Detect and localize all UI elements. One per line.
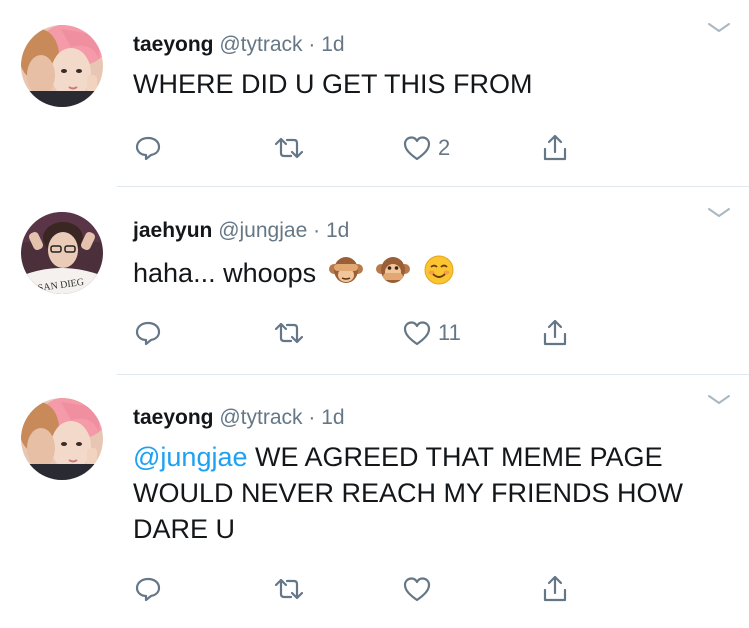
user-handle[interactable]: @tytrack [219, 33, 302, 56]
reply-icon [135, 321, 161, 346]
like-count: 11 [438, 320, 461, 345]
tweet-text: @jungjae WE AGREED THAT MEME PAGE WOULD … [133, 439, 713, 547]
tweet-header: jaehyun @jungjae · 1d [133, 219, 349, 243]
like-icon [403, 321, 431, 346]
tweet-header: taeyong @tytrack · 1d [133, 33, 345, 57]
avatar[interactable] [21, 398, 103, 480]
reply-button[interactable] [134, 569, 162, 609]
divider [117, 186, 749, 187]
share-icon [543, 134, 567, 161]
see-no-evil-monkey-icon [328, 254, 364, 295]
retweet-icon [274, 578, 304, 600]
like-button[interactable]: 2 [402, 128, 450, 168]
retweet-button[interactable] [273, 128, 305, 168]
like-button[interactable]: 11 [402, 313, 461, 353]
speak-no-evil-monkey-icon [375, 254, 411, 295]
chevron-down-icon[interactable] [706, 20, 732, 36]
display-name[interactable]: jaehyun [133, 219, 212, 242]
tweet-actions: 11 [0, 313, 749, 353]
tweet-text: WHERE DID U GET THIS FROM [133, 66, 733, 102]
timestamp[interactable]: 1d [321, 33, 344, 56]
user-handle[interactable]: @tytrack [219, 406, 302, 429]
separator-dot: · [308, 406, 316, 429]
reply-button[interactable] [134, 313, 162, 353]
divider [117, 374, 749, 375]
share-button[interactable] [540, 313, 570, 353]
reply-icon [135, 577, 161, 602]
display-name[interactable]: taeyong [133, 406, 214, 429]
separator-dot: · [313, 219, 321, 242]
retweet-button[interactable] [273, 313, 305, 353]
share-button[interactable] [540, 569, 570, 609]
share-button[interactable] [540, 128, 570, 168]
avatar[interactable]: SAN DIEG [21, 212, 103, 294]
tweet-text-content: WHERE DID U GET THIS FROM [133, 69, 533, 99]
tweet-text: haha... whoops [133, 254, 733, 295]
tweet-actions [0, 569, 749, 609]
retweet-button[interactable] [273, 569, 305, 609]
chevron-down-icon[interactable] [706, 392, 732, 408]
user-handle[interactable]: @jungjae [218, 219, 307, 242]
avatar[interactable] [21, 25, 103, 107]
chevron-down-icon[interactable] [706, 205, 732, 221]
separator-dot: · [308, 33, 316, 56]
display-name[interactable]: taeyong [133, 33, 214, 56]
like-icon [403, 577, 431, 602]
mention-link[interactable]: @jungjae [133, 442, 248, 472]
tweet-text-content: haha... whoops [133, 258, 317, 288]
like-button[interactable] [402, 569, 438, 609]
reply-button[interactable] [134, 128, 162, 168]
retweet-icon [274, 322, 304, 344]
reply-icon [135, 136, 161, 161]
like-icon [403, 136, 431, 161]
like-count: 2 [438, 135, 451, 160]
timestamp[interactable]: 1d [321, 406, 344, 429]
share-icon [543, 319, 567, 346]
retweet-icon [274, 137, 304, 159]
smiling-face-icon [423, 254, 455, 295]
tweet-header: taeyong @tytrack · 1d [133, 406, 345, 430]
timestamp[interactable]: 1d [326, 219, 349, 242]
share-icon [543, 575, 567, 602]
tweet-actions: 2 [0, 128, 749, 168]
